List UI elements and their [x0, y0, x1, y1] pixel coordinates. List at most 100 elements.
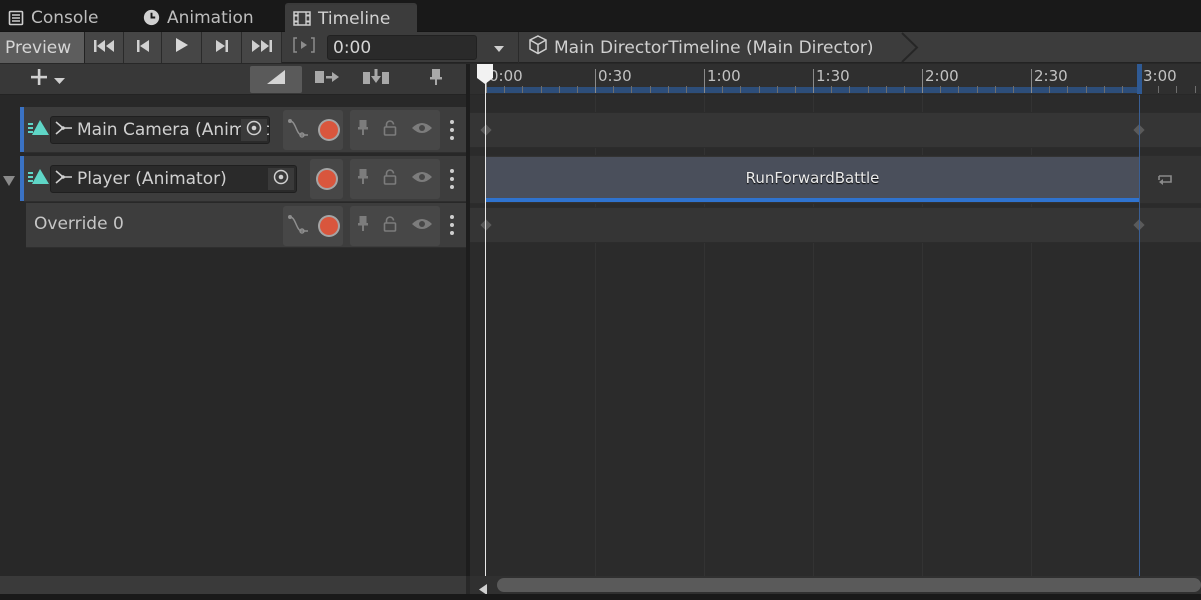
- pin-icon[interactable]: [357, 119, 369, 141]
- ruler-minor-tick: [1013, 86, 1014, 93]
- toolbar-divider: [518, 32, 519, 63]
- record-group: [310, 159, 343, 199]
- ruler-minor-tick: [631, 86, 632, 93]
- record-button[interactable]: [320, 217, 338, 235]
- tab-console[interactable]: Console: [0, 3, 130, 32]
- tab-animation-label: Animation: [167, 7, 254, 28]
- time-field[interactable]: 0:00: [327, 35, 477, 60]
- collapse-arrow-icon[interactable]: [3, 171, 15, 191]
- tab-timeline-label: Timeline: [318, 8, 391, 29]
- eye-icon[interactable]: [411, 216, 433, 236]
- dot: [450, 128, 454, 132]
- keyframe-marker[interactable]: [480, 219, 492, 231]
- timeline-end-line: [1139, 95, 1140, 576]
- edit-mode-replace-button[interactable]: [352, 66, 400, 93]
- ruler-minor-tick: [777, 86, 778, 93]
- track-state-group: [350, 159, 440, 199]
- ruler-label: 1:30: [816, 67, 850, 85]
- preview-button[interactable]: Preview: [0, 32, 85, 63]
- track-main-camera[interactable]: Main Camera (Animator): [20, 107, 466, 153]
- playhead-line: [485, 64, 486, 576]
- timeline-clip-area[interactable]: RunForwardBattle: [470, 95, 1201, 576]
- track-options-button[interactable]: [447, 215, 457, 235]
- ruler-minor-tick: [668, 86, 669, 93]
- next-frame-button[interactable]: [202, 32, 242, 63]
- track-color-bar: [20, 156, 24, 201]
- console-icon: [8, 10, 24, 26]
- record-button[interactable]: [317, 170, 336, 188]
- track-color-bar: [20, 107, 24, 152]
- curves-icon[interactable]: [288, 214, 310, 239]
- animation-track-icon: [28, 168, 50, 191]
- keyframe-marker[interactable]: [480, 124, 492, 136]
- lock-icon[interactable]: [383, 215, 397, 237]
- target-icon: [273, 169, 289, 190]
- ruler-minor-tick: [541, 86, 542, 93]
- ruler-minor-tick: [1195, 86, 1196, 93]
- pin-button[interactable]: [414, 66, 458, 93]
- track-lane-main-camera[interactable]: [470, 112, 1201, 148]
- time-ruler[interactable]: 0:00 0:30 1:00 1:30 2:00 2:30 3:00: [470, 64, 1201, 94]
- mix-mode-icon: [265, 69, 287, 90]
- previous-frame-button[interactable]: [124, 32, 162, 63]
- track-list-footer: [0, 576, 466, 594]
- ruler-minor-tick: [650, 86, 651, 93]
- pin-icon[interactable]: [357, 168, 369, 190]
- dot: [450, 185, 454, 189]
- object-picker-button[interactable]: [241, 119, 267, 141]
- play-button[interactable]: [162, 32, 202, 63]
- curves-icon[interactable]: [288, 118, 310, 143]
- chevron-down-icon: [493, 38, 505, 58]
- skip-to-start-icon: [93, 38, 115, 58]
- timeline-end-marker[interactable]: [1137, 64, 1142, 94]
- pin-icon[interactable]: [357, 215, 369, 237]
- eye-icon[interactable]: [411, 120, 433, 140]
- pin-icon: [429, 68, 443, 91]
- film-icon: [293, 11, 311, 26]
- edit-mode-mix-button[interactable]: [250, 66, 302, 93]
- ruler-minor-tick: [849, 86, 850, 93]
- skip-to-end-icon: [251, 38, 273, 58]
- record-button[interactable]: [320, 121, 338, 139]
- go-to-end-button[interactable]: [242, 32, 282, 63]
- dot: [450, 231, 454, 235]
- eye-icon[interactable]: [411, 169, 433, 189]
- ruler-tick: [704, 69, 705, 93]
- ruler-tick: [595, 69, 596, 93]
- track-player[interactable]: Player (Animator): [20, 156, 466, 202]
- ruler-label: 0:00: [489, 67, 523, 85]
- clip-label: RunForwardBattle: [745, 168, 880, 187]
- track-binding-field[interactable]: Player (Animator): [50, 165, 297, 193]
- track-lane-override-0[interactable]: [470, 207, 1201, 243]
- track-options-button[interactable]: [447, 169, 457, 189]
- target-icon: [246, 120, 262, 141]
- ruler-minor-tick: [977, 86, 978, 93]
- lock-icon[interactable]: [383, 168, 397, 190]
- ripple-mode-icon: [314, 69, 340, 90]
- lock-icon[interactable]: [383, 119, 397, 141]
- curves-record-group: [283, 110, 343, 150]
- horizontal-scrollbar[interactable]: [470, 576, 1201, 595]
- loop-icon: [1154, 170, 1176, 193]
- breadcrumb[interactable]: Main DirectorTimeline (Main Director): [527, 32, 874, 63]
- track-override-0[interactable]: Override 0: [26, 203, 466, 248]
- scrollbar-thumb[interactable]: [497, 578, 1201, 592]
- go-to-start-button[interactable]: [85, 32, 124, 63]
- dot: [450, 120, 454, 124]
- edit-mode-ripple-button[interactable]: [304, 66, 350, 93]
- track-options-button[interactable]: [447, 120, 457, 140]
- add-track-button[interactable]: [22, 66, 72, 93]
- play-range-button[interactable]: [284, 32, 324, 63]
- ruler-minor-tick: [795, 86, 796, 93]
- animation-clip[interactable]: RunForwardBattle: [486, 157, 1139, 202]
- tab-timeline[interactable]: Timeline: [285, 3, 417, 32]
- tab-animation[interactable]: Animation: [135, 3, 280, 32]
- replace-mode-icon: [362, 68, 390, 91]
- animator-icon: [55, 169, 73, 190]
- object-picker-button[interactable]: [268, 168, 294, 190]
- ruler-minor-tick: [686, 86, 687, 93]
- animator-icon: [55, 120, 73, 141]
- track-binding-field[interactable]: Main Camera (Animator): [50, 116, 270, 144]
- timeline-selector-dropdown[interactable]: [484, 32, 514, 63]
- track-label: Player (Animator): [77, 169, 227, 189]
